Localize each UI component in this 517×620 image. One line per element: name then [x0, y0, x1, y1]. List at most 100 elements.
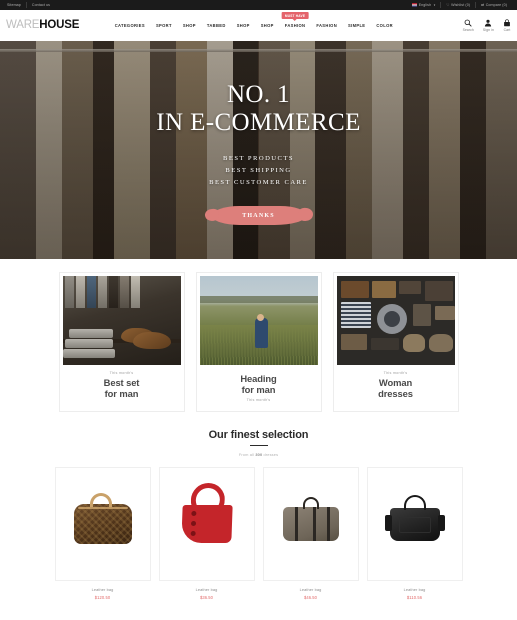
product-name: Leather bag	[403, 587, 426, 593]
product-name: Leather bag	[195, 587, 218, 593]
hero-subtitle: BEST PRODUCTS BEST SHIPPING BEST CUSTOME…	[209, 153, 308, 190]
product-name: Leather bag	[299, 587, 322, 593]
search-icon	[464, 19, 472, 27]
category-card-image	[62, 276, 181, 365]
nav-item-fashion-1[interactable]: Must have FASHION	[279, 12, 311, 28]
category-card-title: Woman dresses	[341, 377, 451, 400]
subtitle-suffix: dresses	[262, 452, 279, 458]
product-image	[54, 467, 151, 582]
compare-icon: ⇄	[481, 3, 485, 7]
product-image	[366, 467, 463, 582]
category-card-title-line-2: for man	[241, 384, 276, 396]
contact-us-link[interactable]: Contact us	[27, 3, 55, 7]
hero-button-label: THANKS	[242, 212, 275, 219]
monogram-bag-shape	[73, 493, 132, 545]
nav-item-tabbed[interactable]: TABBED	[201, 23, 231, 28]
cart-icon	[503, 19, 511, 27]
nav-label: CATEGORIES	[114, 23, 145, 28]
chevron-down-icon: ▾	[433, 3, 436, 7]
heart-icon: ♡	[446, 3, 450, 7]
category-card-title-line-2: dresses	[378, 388, 413, 400]
nav-label: FASHION	[284, 23, 306, 28]
category-card-body: This month's Woman dresses	[337, 365, 455, 411]
flag-icon	[412, 3, 418, 7]
nav-item-shop-3[interactable]: SHOP	[255, 23, 279, 28]
must-have-badge: Must have	[281, 12, 309, 20]
compare-link[interactable]: ⇄ Compare (0)	[476, 3, 512, 7]
category-card-kicker: This month's	[109, 371, 134, 375]
wishlist-link[interactable]: ♡ Wishlist (0)	[441, 3, 475, 7]
cart-button[interactable]: Cart	[503, 19, 511, 33]
category-card-image	[199, 276, 318, 365]
nav-item-shop-2[interactable]: SHOP	[231, 23, 255, 28]
hero-sub-line-3: BEST CUSTOMER CARE	[209, 179, 308, 187]
category-card-heading-for-man[interactable]: Heading for man This month's	[195, 272, 322, 412]
category-card-title-line-1: Best set	[103, 377, 140, 388]
nav-item-color[interactable]: COLOR	[371, 23, 399, 28]
nav-label: SHOP	[260, 23, 274, 28]
topbar-right-links: English ▾ ♡ Wishlist (0) ⇄ Compare (0)	[407, 2, 512, 8]
product-grid: Leather bag $120.50 Leather bag $36.50 L…	[0, 457, 517, 600]
nav-item-shop-1[interactable]: SHOP	[177, 23, 201, 28]
nav-item-fashion-2[interactable]: FASHION	[311, 23, 343, 28]
category-card-image	[336, 276, 455, 365]
nav-label: SHOP	[182, 23, 196, 28]
wishlist-label: Wishlist (0)	[451, 3, 471, 7]
nav-label: TABBED	[206, 23, 226, 28]
hero-title-line-1: NO. 1	[226, 80, 291, 108]
category-card-title-line-1: Woman	[378, 377, 413, 388]
logo-text-bold: HOUSE	[39, 18, 80, 31]
category-card-body: Heading for man This month's	[200, 365, 318, 411]
site-logo[interactable]: WAREHOUSE	[6, 18, 80, 32]
search-button[interactable]: Search	[462, 19, 474, 33]
hero-banner: NO. 1 IN E-COMMERCE BEST PRODUCTS BEST S…	[0, 41, 517, 259]
title-underline	[249, 444, 268, 447]
nav-label: FASHION	[316, 23, 338, 28]
category-card-best-set[interactable]: This month's Best set for man	[58, 272, 185, 412]
product-image	[158, 467, 255, 582]
category-card-body: This month's Best set for man	[63, 365, 181, 411]
product-name: Leather bag	[91, 587, 114, 593]
header-actions: Search Sign in Cart	[462, 19, 511, 33]
hero-title: NO. 1 IN E-COMMERCE	[156, 81, 361, 137]
finest-selection-section: Our finest selection From all 300 dresse…	[0, 412, 517, 457]
hero-content: NO. 1 IN E-COMMERCE BEST PRODUCTS BEST S…	[0, 41, 517, 259]
product-card-1[interactable]: Leather bag $120.50	[54, 467, 151, 601]
site-header: WAREHOUSE CATEGORIES SPORT SHOP TABBED S…	[0, 10, 517, 41]
product-card-3[interactable]: Leather bag $46.50	[262, 467, 359, 600]
hero-thanks-button[interactable]: THANKS	[211, 206, 306, 226]
top-utility-bar: Sitemap Contact us English ▾ ♡ Wishlist …	[0, 0, 517, 10]
category-card-kicker: This month's	[383, 371, 408, 375]
nav-item-simple[interactable]: SIMPLE	[343, 23, 371, 28]
logo-text-light: WARE	[6, 18, 40, 31]
product-price: $120.50	[94, 595, 111, 601]
product-card-2[interactable]: Leather bag $36.50	[158, 467, 255, 601]
category-card-title-line-2: for man	[104, 388, 139, 400]
category-card-title: Heading for man	[204, 373, 314, 396]
user-icon	[484, 19, 492, 27]
category-cards: This month's Best set for man Heading fo…	[0, 259, 517, 412]
compare-label: Compare (0)	[485, 3, 507, 7]
product-card-4[interactable]: Leather bag $110.56	[366, 467, 463, 601]
hero-sub-line-1: BEST PRODUCTS	[223, 154, 294, 162]
hero-sub-line-2: BEST SHIPPING	[225, 167, 292, 175]
black-bag-shape	[384, 494, 445, 541]
nav-item-sport[interactable]: SPORT	[150, 23, 177, 28]
category-card-woman-dresses[interactable]: This month's Woman dresses	[332, 272, 459, 412]
product-price: $110.56	[406, 595, 423, 601]
nav-label: SPORT	[155, 23, 172, 28]
product-price: $36.50	[199, 595, 214, 601]
sitemap-link[interactable]: Sitemap	[5, 3, 26, 7]
nav-item-categories[interactable]: CATEGORIES	[109, 23, 150, 28]
cart-label: Cart	[503, 28, 511, 33]
subtitle-prefix: From all	[238, 452, 256, 458]
product-image	[262, 467, 359, 582]
hero-title-line-2: IN E-COMMERCE	[156, 108, 361, 136]
sign-in-label: Sign in	[482, 28, 494, 33]
search-label: Search	[462, 28, 474, 33]
language-selector[interactable]: English ▾	[407, 3, 440, 7]
nav-label: SIMPLE	[348, 23, 366, 28]
category-card-kicker: This month's	[246, 397, 271, 402]
language-label: English	[418, 3, 432, 7]
sign-in-button[interactable]: Sign in	[482, 19, 494, 33]
